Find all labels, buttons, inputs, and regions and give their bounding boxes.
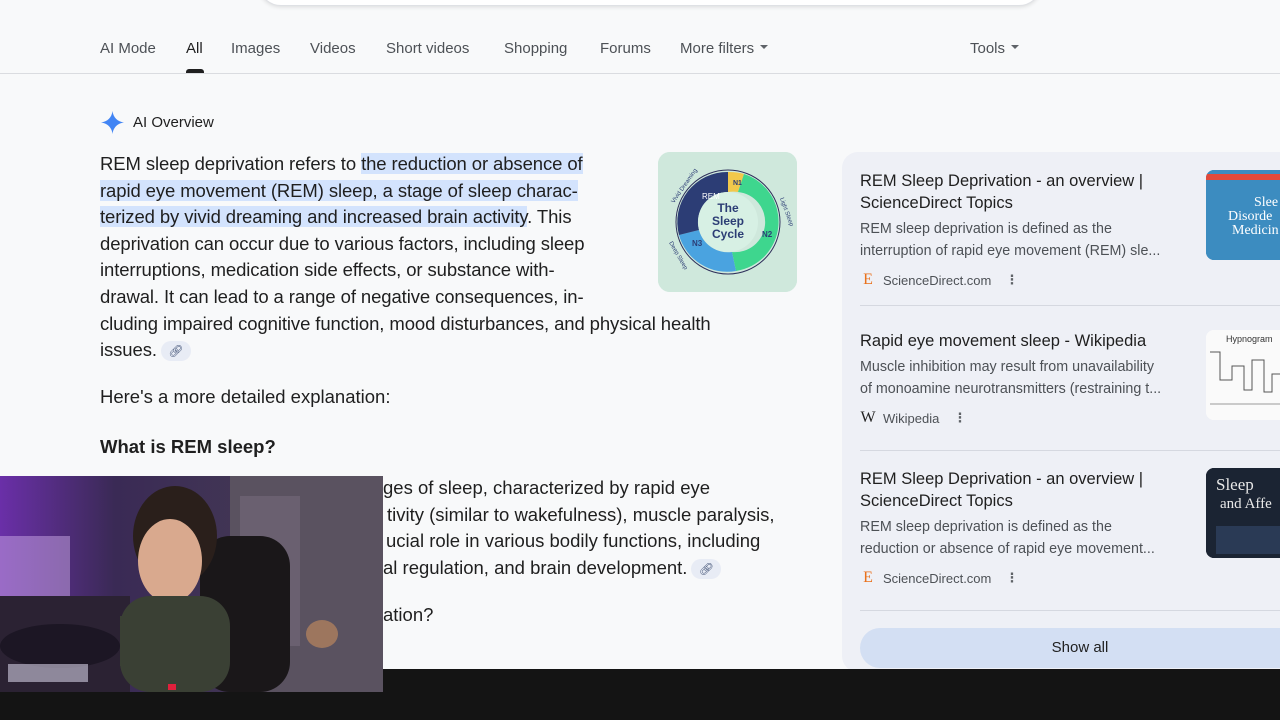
source-thumbnail[interactable]: Slee Disorde Medicin — [1206, 170, 1280, 260]
body-text: . This — [527, 206, 572, 228]
tools-button[interactable]: Tools — [970, 40, 1020, 57]
sleep-cycle-title: Cycle — [712, 227, 744, 241]
sleep-cycle-title: Sleep — [712, 214, 744, 228]
body-text: issues. — [100, 339, 157, 361]
tab-short-videos[interactable]: Short videos — [386, 40, 469, 57]
search-tabs: AI Mode All Images Videos Short videos S… — [0, 0, 1280, 74]
body-text: interruptions, medication side effects, … — [100, 259, 555, 281]
sciencedirect-icon: E — [863, 271, 873, 288]
body-text: deprivation can occur due to various fac… — [100, 232, 585, 254]
source-title[interactable]: REM Sleep Deprivation - an overview | Sc… — [860, 468, 1190, 512]
divider — [860, 305, 1280, 306]
body-text: drawal. It can lead to a range of negati… — [100, 285, 584, 307]
more-options-icon[interactable]: ⋮ — [953, 410, 966, 426]
tab-all[interactable]: All — [186, 40, 203, 57]
thumb-text: Sleep — [1216, 475, 1254, 494]
highlighted-text: the reduction or absence of — [361, 153, 583, 174]
link-icon[interactable]: 🔗︎ — [691, 558, 722, 579]
detail-intro: Here's a more detailed explanation: — [100, 386, 391, 407]
ai-overview-header: AI Overview — [100, 110, 214, 135]
section-heading: ation? — [383, 604, 434, 625]
sleep-cycle-image[interactable]: The Sleep Cycle REM N1 N2 N3 Vivid Dream… — [658, 152, 797, 292]
gemini-sparkle-icon — [101, 111, 124, 134]
sleep-cycle-title: The — [717, 201, 739, 215]
source-snippet: interruption of rapid eye movement (REM)… — [860, 243, 1161, 259]
active-tab-indicator — [186, 69, 204, 73]
highlighted-text: terized by vivid dreaming and increased … — [100, 206, 528, 228]
chevron-down-icon — [1011, 45, 1020, 50]
source-thumbnail[interactable]: Hypnogram — [1206, 330, 1280, 420]
sciencedirect-icon: E — [863, 569, 873, 586]
webcam-overlay — [0, 476, 383, 692]
segment-label-n3: N3 — [692, 239, 703, 248]
wikipedia-icon: W — [860, 409, 876, 426]
link-icon[interactable]: 🔗︎ — [160, 341, 191, 362]
tab-images[interactable]: Images — [231, 40, 280, 57]
source-title[interactable]: REM Sleep Deprivation - an overview | Sc… — [860, 170, 1190, 214]
source-snippet: REM sleep deprivation is defined as the — [860, 221, 1112, 237]
tools-label: Tools — [970, 40, 1006, 57]
intro-text: REM sleep deprivation refers to — [100, 153, 362, 174]
thumb-text: Medicin — [1232, 223, 1279, 238]
ai-overview-label: AI Overview — [133, 114, 214, 131]
source-title[interactable]: Rapid eye movement sleep - Wikipedia — [860, 330, 1190, 352]
segment-label-n2: N2 — [762, 230, 773, 239]
thumb-text: Hypnogram — [1226, 334, 1273, 344]
tab-videos[interactable]: Videos — [310, 40, 356, 57]
source-card[interactable]: REM Sleep Deprivation - an overview | Sc… — [860, 468, 1190, 587]
segment-label-n1: N1 — [733, 180, 742, 187]
body-text: cluding impaired cognitive function, moo… — [100, 312, 711, 334]
source-thumbnail[interactable]: Sleep and Affe — [1206, 468, 1280, 558]
source-name: ScienceDirect.com — [883, 570, 992, 586]
divider — [860, 610, 1280, 611]
highlighted-text: rapid eye movement (REM) sleep, a stage … — [100, 179, 578, 201]
source-card[interactable]: REM Sleep Deprivation - an overview | Sc… — [860, 170, 1190, 289]
tab-forums[interactable]: Forums — [600, 40, 651, 57]
thumb-text: and Affe — [1220, 496, 1272, 512]
segment-label-rem: REM — [702, 192, 720, 201]
more-filters-label: More filters — [680, 40, 755, 57]
source-snippet: of monoamine neurotransmitters (restrain… — [860, 381, 1162, 397]
body-text: al regulation, and brain development. — [383, 556, 688, 578]
source-snippet: REM sleep deprivation is defined as the — [860, 519, 1112, 535]
thumb-text: Disorde — [1228, 209, 1272, 224]
section-heading: What is REM sleep? — [100, 436, 276, 457]
more-options-icon[interactable]: ⋮ — [1005, 570, 1018, 586]
ai-overview-paragraph: REM sleep deprivation refers to the redu… — [100, 151, 711, 364]
tab-more-filters[interactable]: More filters — [680, 40, 769, 57]
show-all-button[interactable]: Show all — [860, 628, 1280, 668]
tab-ai-mode[interactable]: AI Mode — [100, 40, 156, 57]
source-snippet: Muscle inhibition may result from unavai… — [860, 359, 1155, 375]
divider — [860, 450, 1280, 451]
source-name: Wikipedia — [883, 410, 940, 426]
source-snippet: reduction or absence of rapid eye moveme… — [860, 541, 1155, 557]
chevron-down-icon — [760, 45, 769, 50]
more-options-icon[interactable]: ⋮ — [1005, 272, 1018, 288]
source-name: ScienceDirect.com — [883, 272, 992, 288]
thumb-text: Slee — [1254, 195, 1278, 210]
source-card[interactable]: Rapid eye movement sleep - Wikipedia Mus… — [860, 330, 1190, 427]
tab-shopping[interactable]: Shopping — [504, 40, 567, 57]
